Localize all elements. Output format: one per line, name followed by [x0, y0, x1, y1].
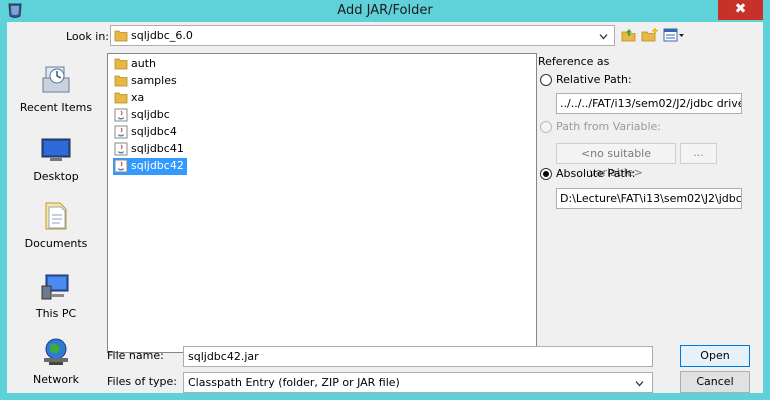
look-in-combo[interactable]: sqljdbc_6.0	[110, 25, 615, 46]
add-jar-folder-dialog: Add JAR/Folder ✖ Look in: sqljdbc_6.0 Re…	[0, 0, 770, 400]
documents-icon	[45, 202, 67, 230]
reference-as-heading: Reference as	[538, 55, 610, 68]
chevron-down-icon[interactable]	[635, 379, 644, 388]
look-in-value: sqljdbc_6.0	[131, 29, 193, 42]
jar-file-icon	[114, 142, 128, 156]
file-name-label: File name:	[107, 349, 164, 362]
dialog-body: Look in: sqljdbc_6.0 Recent Items Deskto…	[7, 22, 763, 393]
file-name: sqljdbc	[131, 108, 170, 121]
file-name: xa	[131, 91, 145, 104]
recent-items-icon	[42, 66, 70, 93]
place-label: Network	[33, 373, 79, 386]
file-name-input[interactable]: sqljdbc42.jar	[183, 346, 653, 367]
folder-icon	[114, 92, 128, 104]
open-button[interactable]: Open	[680, 345, 750, 367]
list-item[interactable]: sqljdbc4	[113, 124, 180, 141]
list-item[interactable]: xa	[113, 90, 147, 107]
jar-file-icon	[114, 159, 128, 173]
folder-icon	[114, 58, 128, 70]
list-item[interactable]: samples	[113, 73, 180, 90]
jar-file-icon	[114, 108, 128, 122]
folder-icon	[114, 75, 128, 87]
variable-combo[interactable]: <no suitable variable>	[556, 143, 676, 179]
absolute-path-radio[interactable]	[540, 168, 552, 180]
path-from-variable-radio[interactable]	[540, 121, 552, 133]
place-label: Recent Items	[19, 101, 93, 114]
place-label: This PC	[35, 307, 77, 320]
file-name: sqljdbc4	[131, 125, 177, 138]
title-bar[interactable]: Add JAR/Folder ✖	[0, 0, 770, 22]
new-folder-icon[interactable]	[641, 27, 659, 43]
place-recent-items[interactable]: Recent Items	[14, 64, 98, 114]
place-network[interactable]: Network	[14, 336, 98, 386]
up-folder-icon[interactable]	[621, 27, 637, 43]
path-from-variable-label: Path from Variable:	[556, 120, 661, 133]
file-list[interactable]: auth samples xa sqljdbc sqljdbc4 sqljdbc…	[107, 53, 537, 353]
look-in-label: Look in:	[66, 30, 109, 43]
place-label: Documents	[24, 237, 88, 250]
file-name: sqljdbc41	[131, 142, 184, 155]
place-desktop[interactable]: Desktop	[14, 133, 98, 183]
browse-variable-button[interactable]: ...	[680, 143, 717, 164]
network-icon	[44, 338, 68, 365]
place-documents[interactable]: Documents	[14, 200, 98, 250]
absolute-path-label: Absolute Path:	[556, 167, 636, 180]
absolute-path-field[interactable]: D:\Lecture\FAT\i13\sem02\J2\jdbc driv	[556, 188, 742, 209]
files-of-type-value: Classpath Entry (folder, ZIP or JAR file…	[188, 376, 400, 389]
desktop-icon	[41, 138, 71, 161]
cancel-button[interactable]: Cancel	[680, 371, 750, 393]
list-item[interactable]: sqljdbc41	[113, 141, 187, 158]
relative-path-field[interactable]: ../../../FAT/i13/sem02/J2/jdbc driver/s	[556, 93, 742, 114]
list-item[interactable]: auth	[113, 56, 159, 73]
list-item-selected[interactable]: sqljdbc42	[113, 158, 187, 175]
close-button[interactable]: ✖	[718, 0, 763, 20]
file-name: samples	[131, 74, 177, 87]
place-label: Desktop	[33, 170, 79, 183]
view-menu-icon[interactable]	[663, 27, 685, 43]
place-this-pc[interactable]: This PC	[14, 270, 98, 320]
chevron-down-icon[interactable]	[599, 32, 608, 41]
files-of-type-label: Files of type:	[107, 375, 178, 388]
list-item[interactable]: sqljdbc	[113, 107, 173, 124]
jar-file-icon	[114, 125, 128, 139]
file-name: auth	[131, 57, 156, 70]
relative-path-radio[interactable]	[540, 74, 552, 86]
folder-icon	[114, 30, 128, 42]
relative-path-label: Relative Path:	[556, 73, 632, 86]
window-title: Add JAR/Folder	[337, 3, 433, 18]
file-name: sqljdbc42	[131, 159, 184, 172]
places-bar: Recent Items Desktop Documents This PC N…	[14, 56, 98, 389]
this-pc-icon	[41, 274, 69, 300]
files-of-type-combo[interactable]: Classpath Entry (folder, ZIP or JAR file…	[183, 372, 653, 393]
